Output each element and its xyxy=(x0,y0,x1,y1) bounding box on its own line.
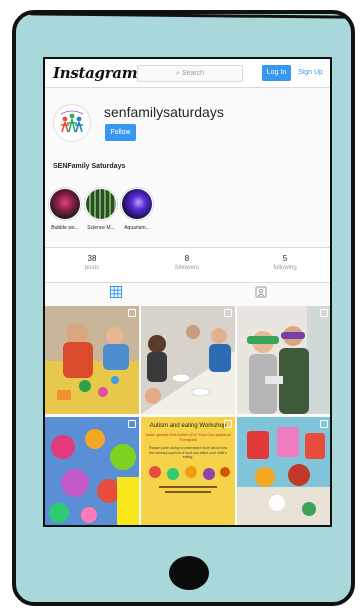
stat-label: posts xyxy=(84,265,100,271)
highlight-label: Bubble wo... xyxy=(51,225,79,231)
post-image xyxy=(141,306,235,414)
highlight-thumbnail xyxy=(48,187,82,221)
poster-title: Autism and eating Workshop xyxy=(149,423,227,429)
profile-tabs xyxy=(45,282,330,306)
post-image xyxy=(237,306,330,414)
stat-posts[interactable]: 38 posts xyxy=(62,254,122,271)
phone-home-button[interactable] xyxy=(169,556,209,590)
multi-photo-icon xyxy=(224,420,232,428)
highlight-thumbnail xyxy=(84,187,118,221)
phone-screen: Instagram ⌕ Search Log In Sign Up senfami… xyxy=(43,57,332,527)
post-grid: Autism and eating Workshop Isaac speaks … xyxy=(45,306,330,525)
stat-label: followers xyxy=(175,265,199,271)
post-thumbnail[interactable] xyxy=(45,417,139,525)
search-icon: ⌕ xyxy=(175,70,180,77)
search-input[interactable]: ⌕ Search xyxy=(137,65,243,82)
poster-subtitle: Isaac speaks first Aufeld (For Your Occu… xyxy=(145,432,231,442)
post-thumbnail[interactable] xyxy=(45,306,139,414)
highlight-label: Science M... xyxy=(87,225,115,231)
profile-logo-icon xyxy=(55,106,89,140)
highlight-bubble[interactable]: Bubble wo... xyxy=(48,187,82,231)
grid-icon xyxy=(110,286,122,298)
post-image xyxy=(45,417,139,525)
post-thumbnail[interactable] xyxy=(237,417,330,525)
top-bar: Instagram ⌕ Search Log In Sign Up xyxy=(45,59,330,88)
stat-following[interactable]: 5 following xyxy=(255,254,315,271)
login-button[interactable]: Log In xyxy=(262,65,291,81)
search-placeholder: Search xyxy=(181,70,205,77)
tagged-icon xyxy=(255,286,267,298)
multi-photo-icon xyxy=(224,309,232,317)
stat-number: 5 xyxy=(282,254,288,263)
highlight-thumbnail xyxy=(120,187,154,221)
post-image xyxy=(237,417,330,525)
post-thumbnail[interactable] xyxy=(141,306,235,414)
tab-tagged[interactable] xyxy=(254,285,268,299)
profile-username: senfamilysaturdays xyxy=(104,104,224,120)
multi-photo-icon xyxy=(320,309,328,317)
stat-followers[interactable]: 8 followers xyxy=(157,254,217,271)
highlight-aquarium[interactable]: Aquarium... xyxy=(120,187,154,231)
multi-photo-icon xyxy=(128,420,136,428)
profile-stats: 38 posts 8 followers 5 following xyxy=(45,247,330,283)
tab-posts[interactable] xyxy=(109,285,123,299)
profile-full-name: SENFamily Saturdays xyxy=(53,163,126,170)
stat-number: 8 xyxy=(184,254,190,263)
highlight-label: Aquarium... xyxy=(124,225,150,231)
multi-photo-icon xyxy=(128,309,136,317)
workshop-poster: Autism and eating Workshop Isaac speaks … xyxy=(141,417,235,525)
profile-avatar[interactable] xyxy=(53,104,91,142)
post-thumbnail[interactable] xyxy=(237,306,330,414)
stat-number: 38 xyxy=(87,254,97,263)
highlight-science[interactable]: Science M... xyxy=(84,187,118,231)
signup-link[interactable]: Sign Up xyxy=(298,65,323,81)
follow-button[interactable]: Follow xyxy=(105,124,136,141)
food-icons xyxy=(149,465,230,493)
stat-label: following xyxy=(273,265,297,271)
poster-body: Please come along to understand more abo… xyxy=(148,446,228,459)
instagram-logo[interactable]: Instagram xyxy=(53,64,138,82)
post-thumbnail[interactable]: Autism and eating Workshop Isaac speaks … xyxy=(141,417,235,525)
post-image xyxy=(45,306,139,414)
multi-photo-icon xyxy=(320,420,328,428)
